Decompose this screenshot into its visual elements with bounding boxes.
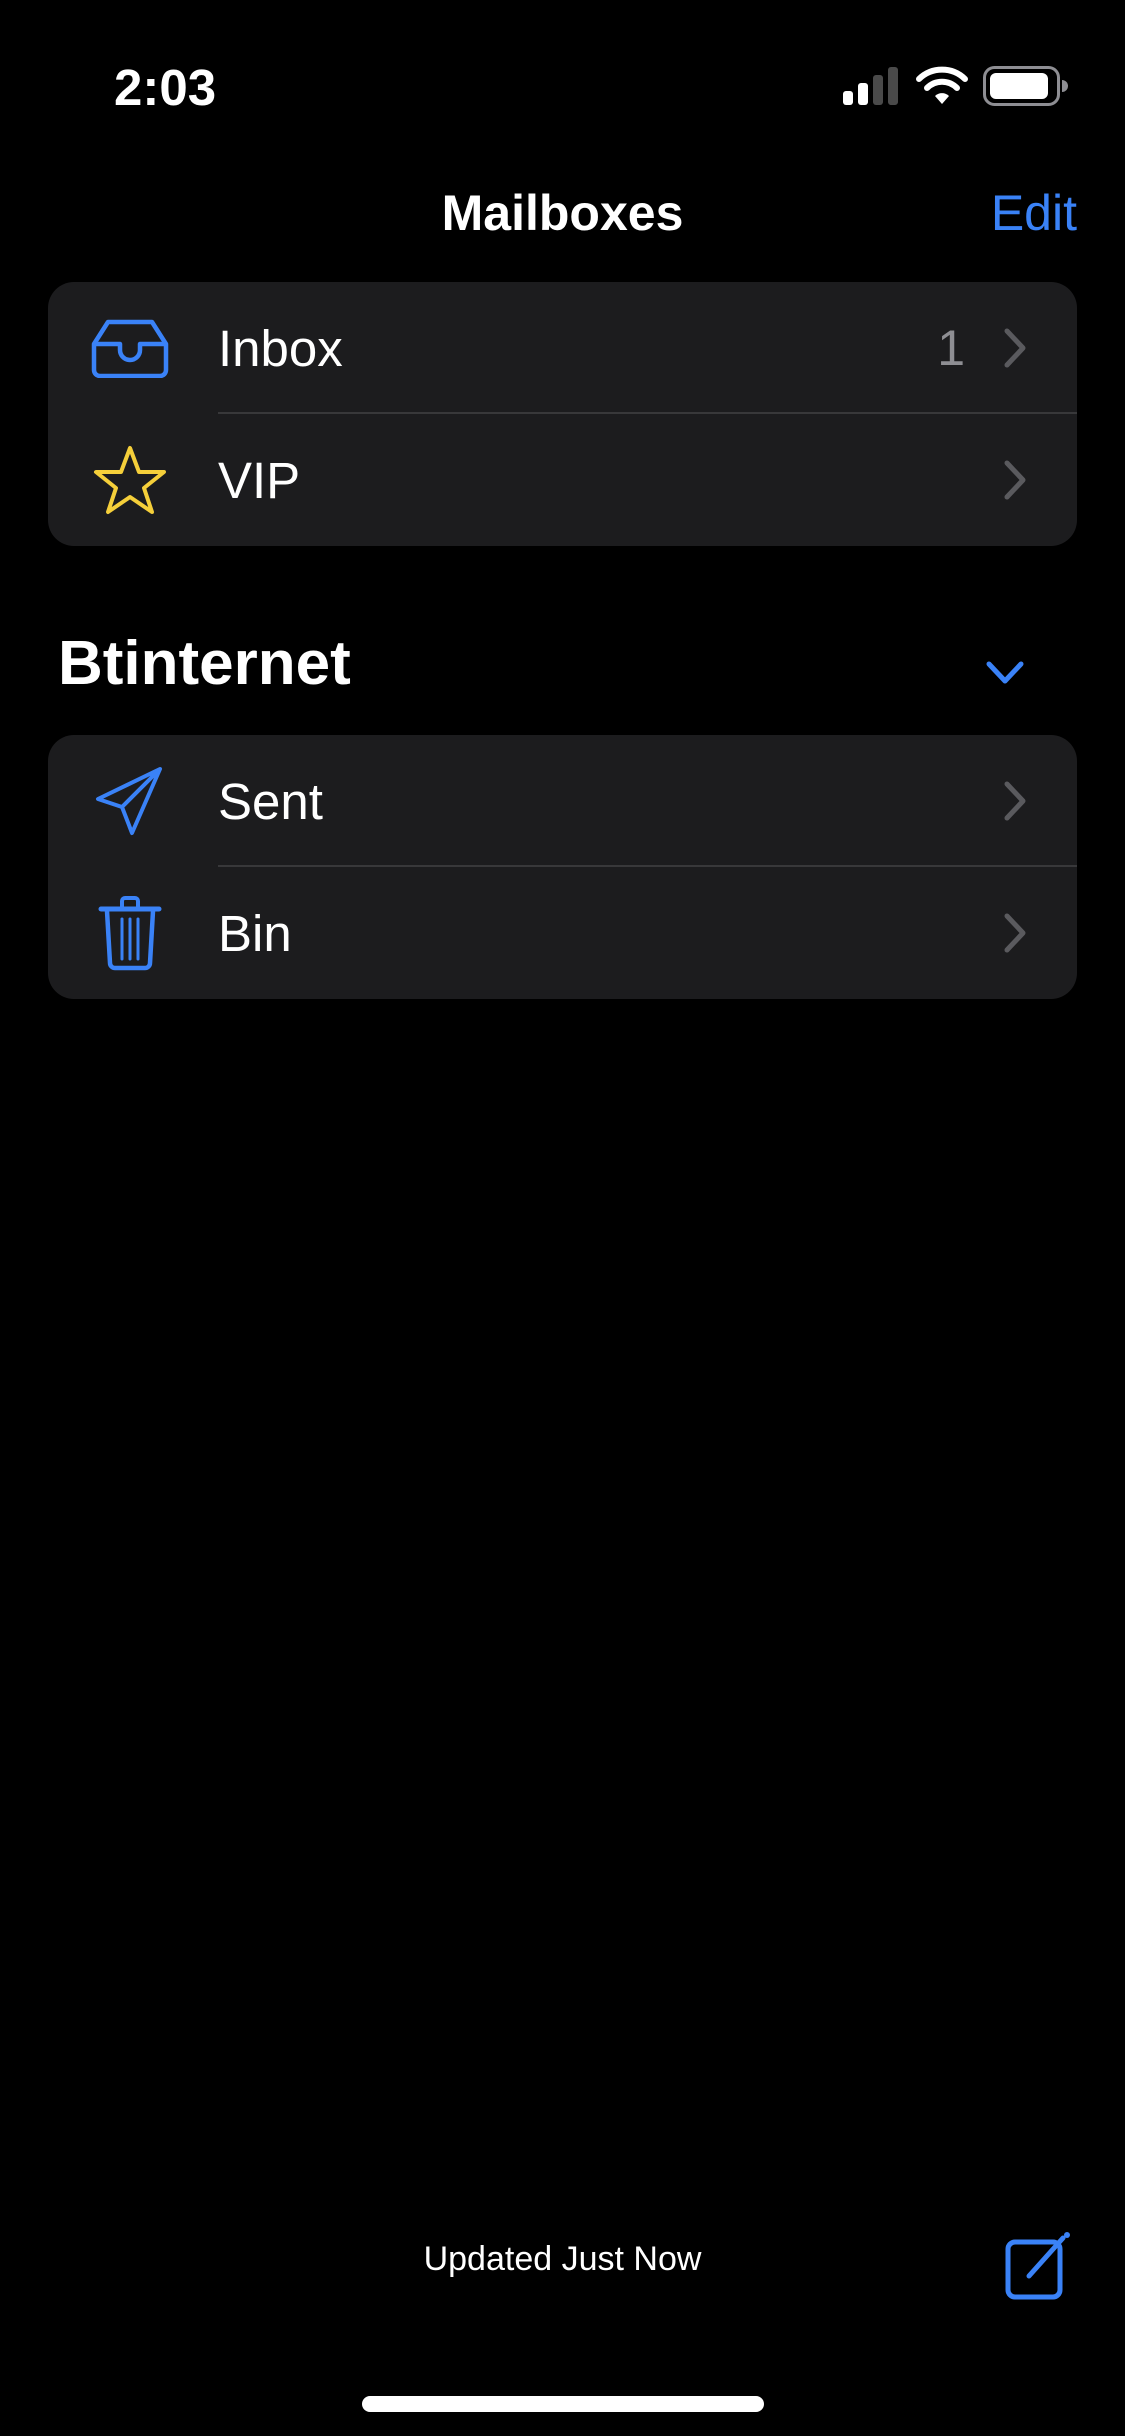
status-icons bbox=[841, 66, 1069, 106]
cellular-signal-icon bbox=[843, 67, 898, 105]
navigation-bar: Mailboxes Edit bbox=[0, 170, 1125, 262]
mailbox-row-bin[interactable]: Bin bbox=[48, 867, 1077, 999]
battery-icon bbox=[983, 66, 1068, 106]
wifi-icon bbox=[916, 66, 968, 104]
trash-icon bbox=[88, 891, 172, 975]
compose-icon[interactable] bbox=[1005, 2232, 1073, 2300]
chevron-right-icon bbox=[1004, 781, 1026, 821]
chevron-right-icon bbox=[1004, 460, 1026, 500]
mailbox-row-sent[interactable]: Sent bbox=[48, 735, 1077, 867]
chevron-right-icon bbox=[1004, 913, 1026, 953]
star-icon bbox=[88, 438, 172, 522]
mailbox-label: Inbox bbox=[218, 319, 343, 377]
edit-button[interactable]: Edit bbox=[991, 184, 1077, 242]
unread-count-badge: 1 bbox=[937, 320, 965, 376]
mailbox-label: VIP bbox=[218, 451, 301, 509]
status-time: 2:03 bbox=[114, 59, 217, 116]
inbox-tray-icon bbox=[88, 306, 172, 390]
chevron-right-icon bbox=[1004, 328, 1026, 368]
mailbox-label: Bin bbox=[218, 904, 292, 962]
favorites-mailbox-group: Inbox 1 VIP bbox=[48, 282, 1077, 546]
update-status-text: Updated Just Now bbox=[423, 2240, 702, 2278]
status-bar: 2:03 bbox=[0, 0, 1125, 140]
chevron-down-icon[interactable] bbox=[985, 660, 1025, 686]
mailbox-label: Sent bbox=[218, 772, 323, 830]
mailbox-row-inbox[interactable]: Inbox 1 bbox=[48, 282, 1077, 414]
home-indicator[interactable] bbox=[362, 2396, 764, 2412]
paper-plane-icon bbox=[88, 759, 172, 843]
account-section-header[interactable]: Btinternet bbox=[58, 628, 351, 699]
account-mailbox-group: Sent Bin bbox=[48, 735, 1077, 999]
page-title: Mailboxes bbox=[441, 185, 684, 241]
mailbox-row-vip[interactable]: VIP bbox=[48, 414, 1077, 546]
